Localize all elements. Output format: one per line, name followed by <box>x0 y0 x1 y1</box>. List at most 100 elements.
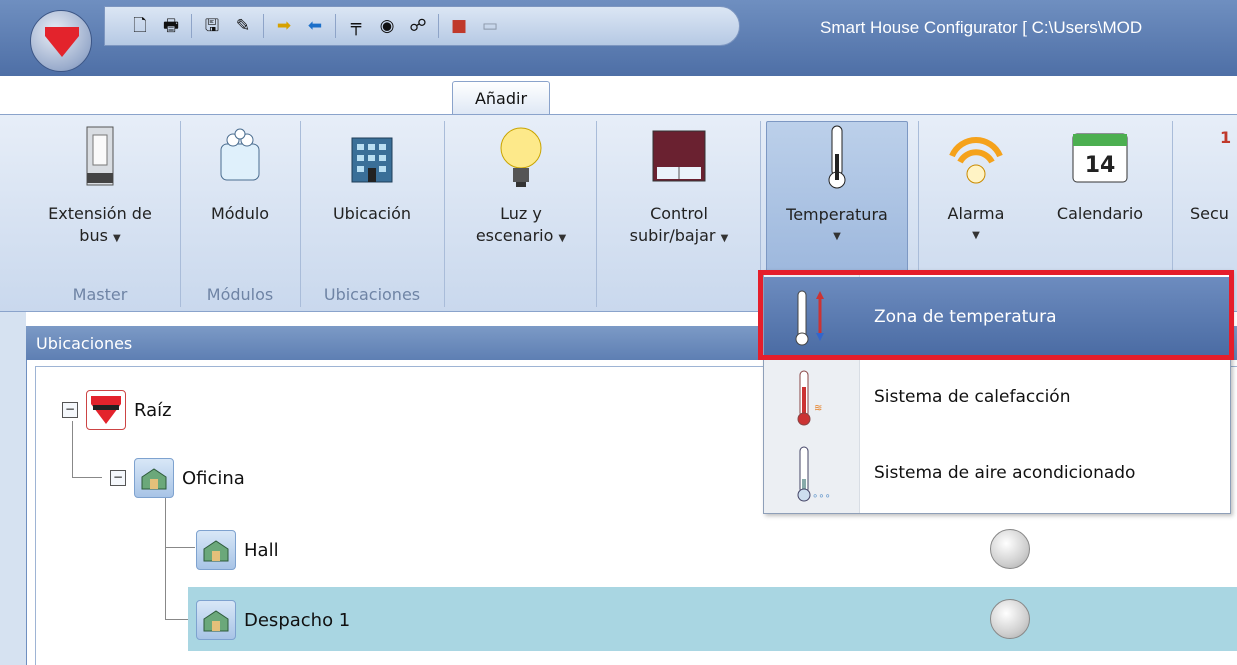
air-conditioning-icon: ∘∘∘ <box>764 443 860 503</box>
ribbon-label: Temperatura <box>786 205 888 224</box>
toolbar-separator <box>335 14 336 38</box>
calendar-day: 14 <box>1084 153 1116 178</box>
dropdown-arrow-icon: ▼ <box>720 233 729 244</box>
menu-item-zona-temperatura[interactable]: Zona de temperatura <box>764 277 1230 357</box>
tree-line <box>72 477 102 478</box>
save-icon[interactable]: 🖫 <box>201 15 223 37</box>
ribbon-label: subir/bajar <box>629 226 716 245</box>
tree-line <box>165 547 195 548</box>
collapse-icon[interactable]: − <box>110 470 126 486</box>
ribbon-label: Extensión de <box>48 204 152 223</box>
group-label-modulos: Módulos <box>206 285 274 304</box>
ribbon-tabs: File Vistas Informes Añadir Configuració… <box>0 76 1237 114</box>
alarm-button[interactable]: Alarma ▼ <box>928 121 1024 285</box>
ribbon-label: Módulo <box>210 204 270 223</box>
application-menu-button[interactable] <box>30 10 92 72</box>
ribbon-label: Calendario <box>1056 204 1144 223</box>
svg-text:∘∘∘: ∘∘∘ <box>812 491 831 502</box>
export-icon[interactable]: ➡ <box>273 15 295 37</box>
ribbon-label: Luz y <box>500 204 542 223</box>
tree-node-label: Hall <box>244 539 279 561</box>
blind-control-button[interactable]: Control subir/bajar ▼ <box>604 121 754 285</box>
ribbon-label: escenario <box>475 226 554 245</box>
group-separator <box>444 121 445 307</box>
status-indicator-hall <box>990 529 1030 569</box>
temperature-dropdown-menu: Zona de temperatura ≋ Sistema de calefac… <box>763 270 1231 514</box>
module-button[interactable]: Módulo <box>190 121 290 285</box>
heating-system-icon: ≋ <box>764 367 860 427</box>
tree-node-despacho-1[interactable]: Despacho 1 <box>196 597 350 643</box>
tree-line <box>165 493 166 619</box>
left-splitter[interactable] <box>0 312 26 665</box>
window-blind-icon <box>651 121 707 191</box>
thermometer-icon <box>822 122 852 192</box>
ribbon-label: Alarma <box>947 204 1005 223</box>
dropdown-arrow-icon: ▼ <box>113 233 121 244</box>
import-icon[interactable]: ⬅ <box>304 15 326 37</box>
calendar-icon: 14 <box>1071 121 1129 191</box>
tab-file[interactable]: File <box>128 81 188 114</box>
building-icon <box>346 121 398 191</box>
ribbon-label: Ubicación <box>332 204 412 223</box>
tab-configuracion[interactable]: Configuración <box>570 81 740 114</box>
tab-informes[interactable]: Informes <box>318 81 434 114</box>
dropdown-arrow-icon: ▼ <box>833 231 841 242</box>
room-icon <box>134 458 174 498</box>
collapse-icon[interactable]: − <box>62 402 78 418</box>
sequence-button[interactable]: 1 Secu <box>1180 121 1237 285</box>
window-title: Smart House Configurator [ C:\Users\MOD <box>820 18 1143 37</box>
title-bar: 🗋 🖶 🖫 ✎ ➡ ⬅ ╤ ◉ ☍ ■ ▭ Smart House Config… <box>0 0 1237 76</box>
quick-access-toolbar: 🗋 🖶 🖫 ✎ ➡ ⬅ ╤ ◉ ☍ ■ ▭ <box>104 6 740 46</box>
toolbar-separator <box>263 14 264 38</box>
monitor-color-icon[interactable]: ■ <box>448 15 470 37</box>
tab-database[interactable]: Database <box>760 81 886 114</box>
sequence-icon: 1 <box>1220 128 1232 147</box>
carlo-gavazzi-logo-icon <box>45 27 79 57</box>
tree-node-label: Oficina <box>182 467 245 489</box>
location-button[interactable]: Ubicación <box>310 121 434 285</box>
group-separator <box>760 121 761 307</box>
toolbar-separator <box>191 14 192 38</box>
ribbon-label: bus <box>79 226 108 245</box>
dropdown-arrow-icon: ▼ <box>558 233 567 244</box>
svg-text:≋: ≋ <box>814 403 822 414</box>
temperature-button[interactable]: Temperatura ▼ <box>766 121 908 285</box>
tree-node-raiz[interactable]: − Raíz <box>62 387 172 433</box>
menu-item-sistema-calefaccion[interactable]: ≋ Sistema de calefacción <box>764 357 1230 437</box>
group-label-master: Master <box>72 285 128 304</box>
tab-vistas[interactable]: Vistas <box>210 81 300 114</box>
light-scene-button[interactable]: Luz y escenario ▼ <box>456 121 586 285</box>
menu-item-sistema-aire-acondicionado[interactable]: ∘∘∘ Sistema de aire acondicionado <box>764 433 1230 513</box>
network-icon[interactable]: ☍ <box>407 15 429 37</box>
group-separator <box>300 121 301 307</box>
tree-node-label: Raíz <box>134 399 172 421</box>
calendar-button[interactable]: 14 Calendario <box>1036 121 1164 285</box>
group-label-ubicaciones: Ubicaciones <box>323 285 421 304</box>
dropdown-arrow-icon: ▼ <box>972 230 980 241</box>
ribbon-label: Control <box>650 204 708 223</box>
module-icon <box>215 121 265 191</box>
room-icon <box>196 530 236 570</box>
edit-icon[interactable]: ✎ <box>232 15 254 37</box>
toolbar-separator <box>438 14 439 38</box>
alarm-icon <box>946 121 1006 191</box>
group-separator <box>596 121 597 307</box>
extension-bus-button[interactable]: Extensión de bus ▼ <box>30 121 170 285</box>
tree-node-oficina[interactable]: − Oficina <box>110 455 245 501</box>
menu-item-label: Sistema de calefacción <box>874 387 1071 407</box>
print-icon[interactable]: 🖶 <box>160 15 182 37</box>
status-indicator-despacho <box>990 599 1030 639</box>
temperature-zone-icon <box>764 287 860 347</box>
monitor-icon[interactable]: ▭ <box>479 15 501 37</box>
tree-node-label: Despacho 1 <box>244 609 351 631</box>
ribbon-label: Secu <box>1190 204 1229 223</box>
tree-node-hall[interactable]: Hall <box>196 527 279 573</box>
antenna-icon[interactable]: ╤ <box>345 15 367 37</box>
tab-ayuda[interactable]: Ayuda <box>906 81 1002 114</box>
menu-item-label: Sistema de aire acondicionado <box>874 463 1136 483</box>
new-file-icon[interactable]: 🗋 <box>129 15 151 37</box>
tab-anadir[interactable]: Añadir <box>452 81 550 114</box>
carlo-gavazzi-logo-icon <box>86 390 126 430</box>
wireless-icon[interactable]: ◉ <box>376 15 398 37</box>
bus-extension-icon <box>83 121 117 191</box>
